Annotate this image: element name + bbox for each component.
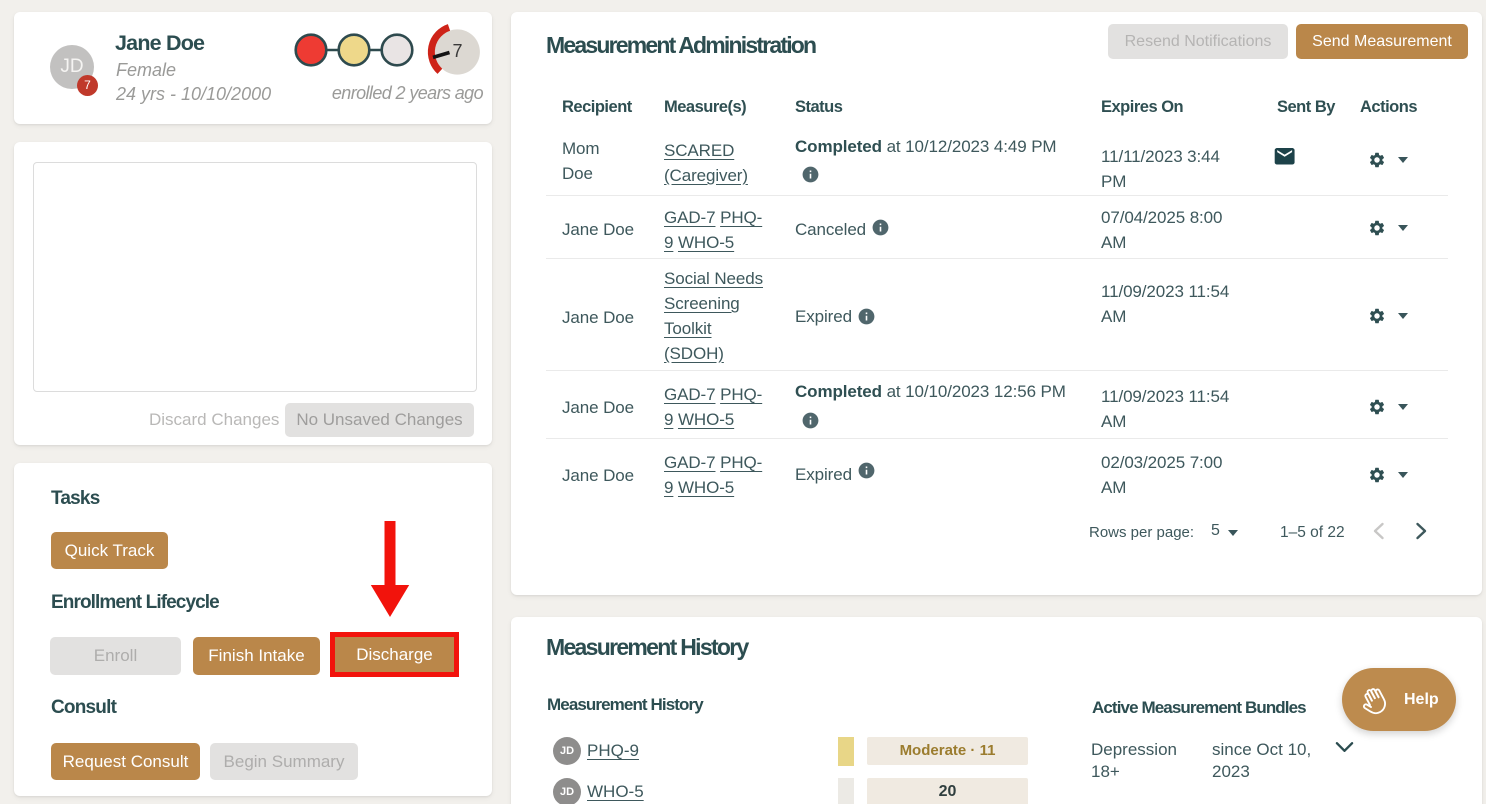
svg-text:7: 7: [453, 41, 463, 61]
